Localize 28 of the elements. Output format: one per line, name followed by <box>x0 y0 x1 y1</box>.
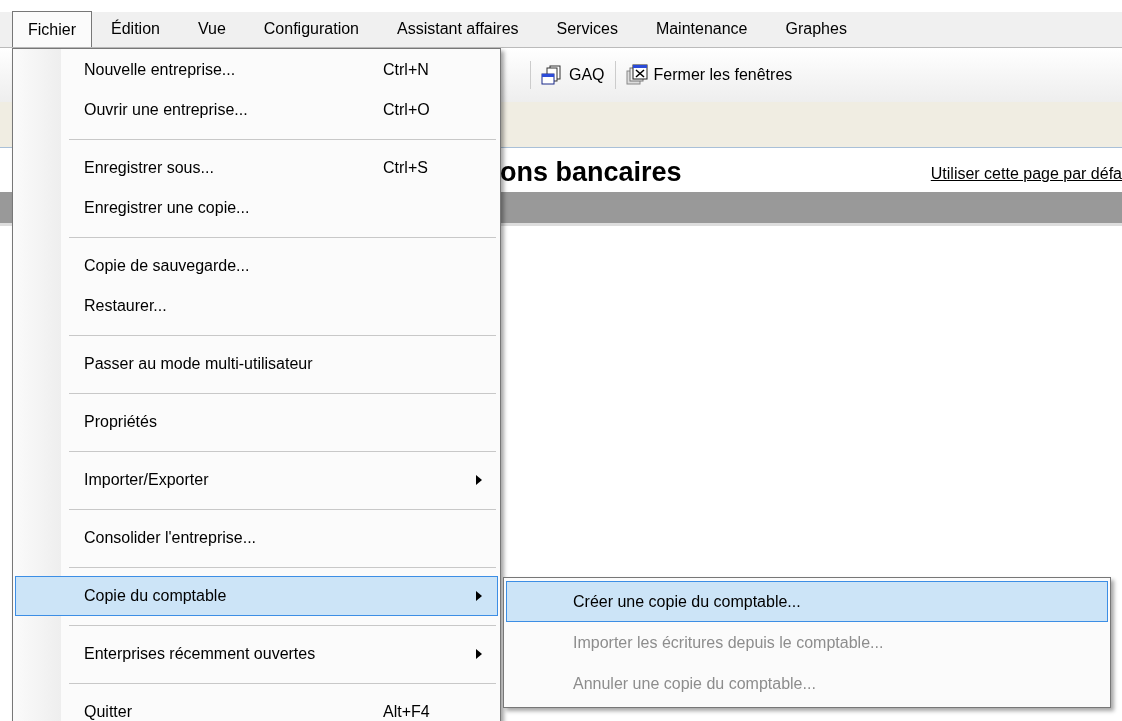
menu-bar-item[interactable]: Maintenance <box>636 11 767 47</box>
menu-item[interactable]: Importer/Exporter <box>15 460 498 500</box>
menu-bar-item[interactable]: Vue <box>178 11 245 47</box>
default-page-link[interactable]: Utiliser cette page par défa <box>930 162 1122 186</box>
page-title: ons bancaires <box>500 159 682 186</box>
menu-bar-item[interactable]: Édition <box>92 11 179 47</box>
close-windows-icon <box>625 64 648 86</box>
menu-item[interactable]: Copie de sauvegarde... <box>15 246 498 286</box>
menu-item[interactable]: Passer au mode multi-utilisateur <box>15 344 498 384</box>
menu-item[interactable]: Quitter Alt+F4 <box>15 692 498 721</box>
toolbar-button[interactable]: GAQ <box>541 63 605 87</box>
menu-item[interactable]: Restaurer... <box>15 286 498 326</box>
calendar-icon <box>541 65 563 85</box>
menu-item[interactable]: Ouvrir une entreprise... Ctrl+O <box>15 90 498 130</box>
menu-item[interactable]: Copie du comptable <box>15 576 498 616</box>
menu-bar-item[interactable]: Fichier <box>12 11 92 47</box>
menu-bar-item[interactable]: Services <box>537 11 637 47</box>
toolbar-button[interactable]: Fermer les fenêtres <box>625 63 793 87</box>
menu-item[interactable]: Créer une copie du comptable... <box>506 581 1108 622</box>
menu-item[interactable]: Enregistrer une copie... <box>15 188 498 228</box>
menu-item[interactable]: Enterprises récemment ouvertes <box>15 634 498 674</box>
menu-bar-item[interactable]: Graphes <box>766 11 866 47</box>
menu-item[interactable]: Propriétés <box>15 402 498 442</box>
menu-bar-item[interactable]: Assistant affaires <box>378 11 538 47</box>
menu-item[interactable]: Consolider l'entreprise... <box>15 518 498 558</box>
menu-item[interactable]: Enregistrer sous... Ctrl+S <box>15 148 498 188</box>
menu-bar-item[interactable]: Configuration <box>244 11 378 47</box>
menu-item[interactable]: Nouvelle entreprise... Ctrl+N <box>15 50 498 90</box>
